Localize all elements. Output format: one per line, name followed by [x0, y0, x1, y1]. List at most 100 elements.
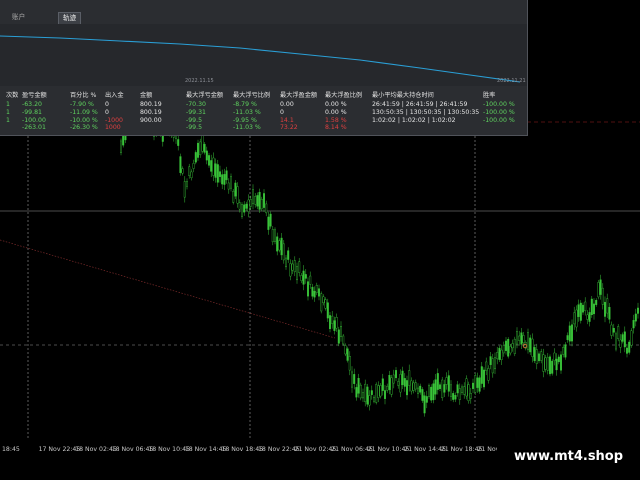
- candle-body: [238, 202, 241, 210]
- candle-body: [474, 375, 477, 393]
- candle-body: [291, 263, 294, 271]
- time-axis-label: 18 Nov 02:45: [75, 446, 117, 453]
- candle-body: [579, 302, 582, 321]
- table-cell: -63.20: [22, 101, 42, 108]
- candle-body: [498, 347, 501, 360]
- candle-body: [527, 332, 530, 351]
- table-cell: -263.01: [22, 124, 46, 132]
- table-header: 出入金: [105, 92, 124, 99]
- candle-body: [582, 304, 585, 313]
- candle-body: [212, 157, 215, 176]
- time-axis-label: 21 Nov 02:45: [295, 446, 337, 453]
- table-cell: -100.00: [22, 116, 46, 124]
- table-header: 最小平均最大持仓时间: [372, 92, 434, 99]
- candle-body: [362, 392, 365, 399]
- candle-body: [265, 203, 268, 214]
- candle-body: [531, 338, 534, 357]
- candle-body: [377, 385, 380, 398]
- candle-body: [287, 250, 290, 260]
- time-axis-label: 18 Nov 18:45: [221, 446, 263, 453]
- tab-account[interactable]: 账户: [12, 12, 25, 23]
- candle-body: [406, 380, 409, 396]
- candle-body: [557, 356, 560, 363]
- candle-body: [516, 331, 519, 345]
- candle-body: [249, 199, 252, 207]
- table-header: 最大浮盈比例: [325, 92, 363, 99]
- candle-body: [465, 378, 468, 397]
- candle-body: [205, 150, 208, 161]
- candle-body: [485, 361, 488, 371]
- candle-body: [487, 368, 490, 381]
- candle-body: [505, 340, 508, 351]
- candle-body: [555, 358, 558, 371]
- candle-body: [403, 378, 406, 387]
- table-cell: 1.58 %: [325, 116, 347, 124]
- candle-body: [436, 373, 439, 390]
- candle-body: [461, 386, 464, 393]
- candle-body: [421, 389, 424, 401]
- equity-curve-plot: [0, 35, 521, 83]
- candle-body: [247, 199, 250, 212]
- table-cell: -8.79 %: [233, 101, 257, 108]
- candle-body: [214, 163, 217, 178]
- candle-body: [278, 240, 281, 251]
- table-cell: 800.19: [140, 101, 162, 108]
- table-cell: -26.30 %: [70, 124, 98, 132]
- candle-body: [443, 384, 446, 393]
- time-axis-label: 21 Nov 06:45: [331, 446, 373, 453]
- candle-body: [368, 395, 371, 406]
- table-cell: 0.00 %: [325, 108, 347, 116]
- candle-body: [509, 346, 512, 354]
- candle-body: [507, 339, 510, 357]
- equity-curve: 2022.11.15 2022.11.21: [0, 24, 527, 86]
- time-axis-label: 21 Nov 14:45: [404, 446, 446, 453]
- candle-body: [229, 176, 232, 189]
- table-cell: 900.00: [140, 116, 162, 124]
- table-cell: 1:02:02 | 1:02:02 | 1:02:02: [372, 116, 456, 124]
- candle-body: [183, 181, 186, 198]
- table-cell: 130:50:35 | 130:50:35 | 130:50:35: [372, 108, 480, 116]
- table-cell: 73.22: [280, 124, 298, 132]
- candle-body: [522, 335, 525, 344]
- candle-body: [373, 396, 376, 402]
- candle-body: [293, 260, 296, 273]
- candle-body: [502, 345, 505, 354]
- candle-body: [258, 191, 261, 210]
- candle-body: [489, 356, 492, 365]
- candle-body: [335, 317, 338, 329]
- candle-body: [623, 331, 626, 348]
- candle-body: [263, 193, 266, 208]
- candle-body: [419, 385, 422, 393]
- tab-track[interactable]: 轨迹: [58, 12, 82, 24]
- candle-body: [445, 377, 448, 385]
- candle-body: [597, 282, 600, 298]
- time-axis-label: 18 Nov 06:45: [112, 446, 154, 453]
- candle-body: [337, 329, 340, 344]
- table-cell: 0: [105, 108, 109, 116]
- candle-body: [269, 213, 272, 227]
- candle-body: [344, 345, 347, 355]
- table-cell: -7.90 %: [70, 101, 94, 108]
- candle-body: [571, 324, 574, 342]
- candle-body: [452, 393, 455, 400]
- candle-body: [590, 298, 593, 316]
- table-cell: -100.00 %: [483, 108, 515, 116]
- candle-body: [366, 386, 369, 405]
- candle-body: [439, 384, 442, 389]
- candle-body: [274, 229, 277, 242]
- candle-body: [359, 384, 362, 399]
- time-axis-label: 21 Nov 10:45: [368, 446, 410, 453]
- candle-body: [392, 374, 395, 384]
- candle-body: [577, 304, 580, 317]
- candle-body: [351, 371, 354, 388]
- candle-body: [254, 196, 257, 205]
- candle-body: [496, 352, 499, 360]
- table-cell: -100.00 %: [483, 116, 515, 124]
- candle-body: [456, 384, 459, 394]
- candle-body: [320, 293, 323, 312]
- candle-body: [355, 387, 358, 398]
- candle-body: [549, 356, 552, 375]
- candle-body: [296, 266, 299, 281]
- candle-body: [408, 370, 411, 386]
- table-cell: 0.00: [280, 101, 294, 108]
